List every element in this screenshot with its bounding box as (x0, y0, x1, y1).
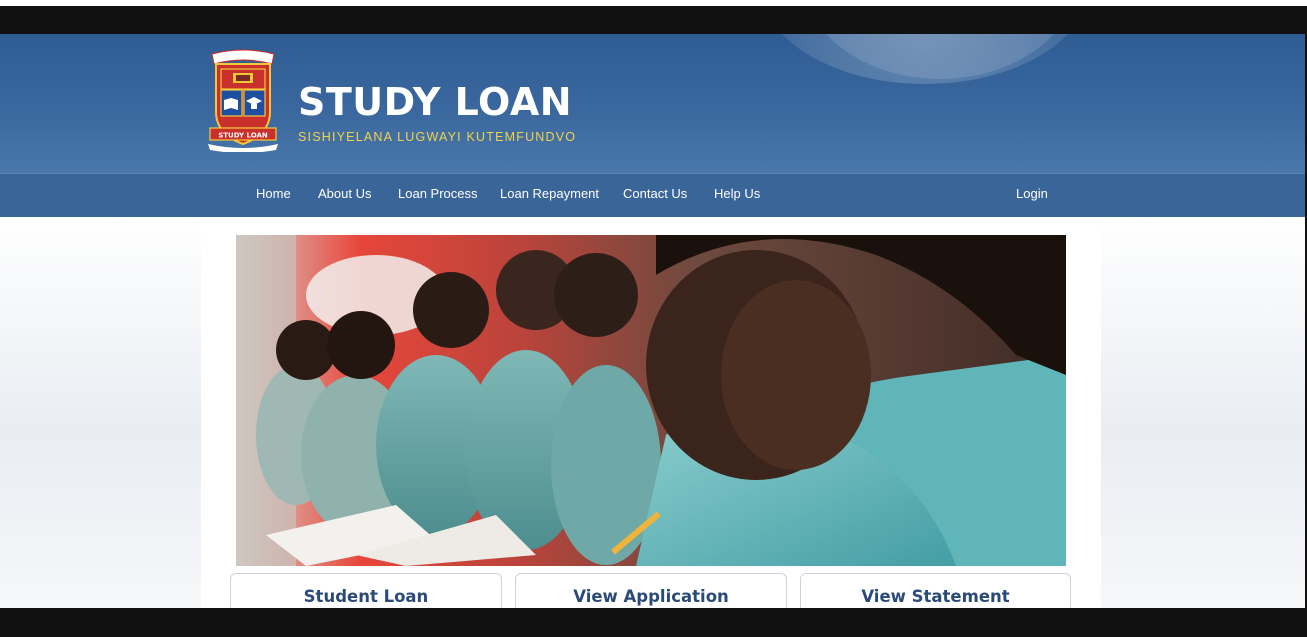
nav-help-us[interactable]: Help Us (714, 186, 760, 201)
nav-loan-process[interactable]: Loan Process (398, 186, 478, 201)
nav-loan-repayment[interactable]: Loan Repayment (500, 186, 599, 201)
student-loan-button[interactable]: Student Loan (230, 573, 502, 608)
main-nav: Home About Us Loan Process Loan Repaymen… (0, 173, 1305, 217)
screen-bezel-top (0, 6, 1307, 34)
browser-viewport: STUDY LOAN STUDY LOAN SISHIYELANA LUGWAY… (0, 34, 1305, 608)
student-loan-label: Student Loan (303, 587, 429, 606)
site-tagline: SISHIYELANA LUGWAYI KUTEMFUNDVO (298, 130, 577, 144)
view-application-label: View Application (573, 587, 729, 606)
nav-about-us[interactable]: About Us (318, 186, 371, 201)
view-application-button[interactable]: View Application (515, 573, 787, 608)
view-statement-button[interactable]: View Statement (800, 573, 1071, 608)
nav-home[interactable]: Home (256, 186, 291, 201)
view-statement-label: View Statement (861, 587, 1010, 606)
nav-login[interactable]: Login (1016, 186, 1048, 201)
site-header: STUDY LOAN STUDY LOAN SISHIYELANA LUGWAY… (0, 34, 1305, 173)
nav-contact-us[interactable]: Contact Us (623, 186, 687, 201)
svg-text:STUDY LOAN: STUDY LOAN (218, 132, 268, 140)
site-title: STUDY LOAN (298, 80, 573, 124)
coat-of-arms-logo[interactable]: STUDY LOAN (206, 48, 280, 152)
hero-image-students-studying (236, 235, 1066, 566)
screen-bezel-bottom (0, 608, 1307, 637)
